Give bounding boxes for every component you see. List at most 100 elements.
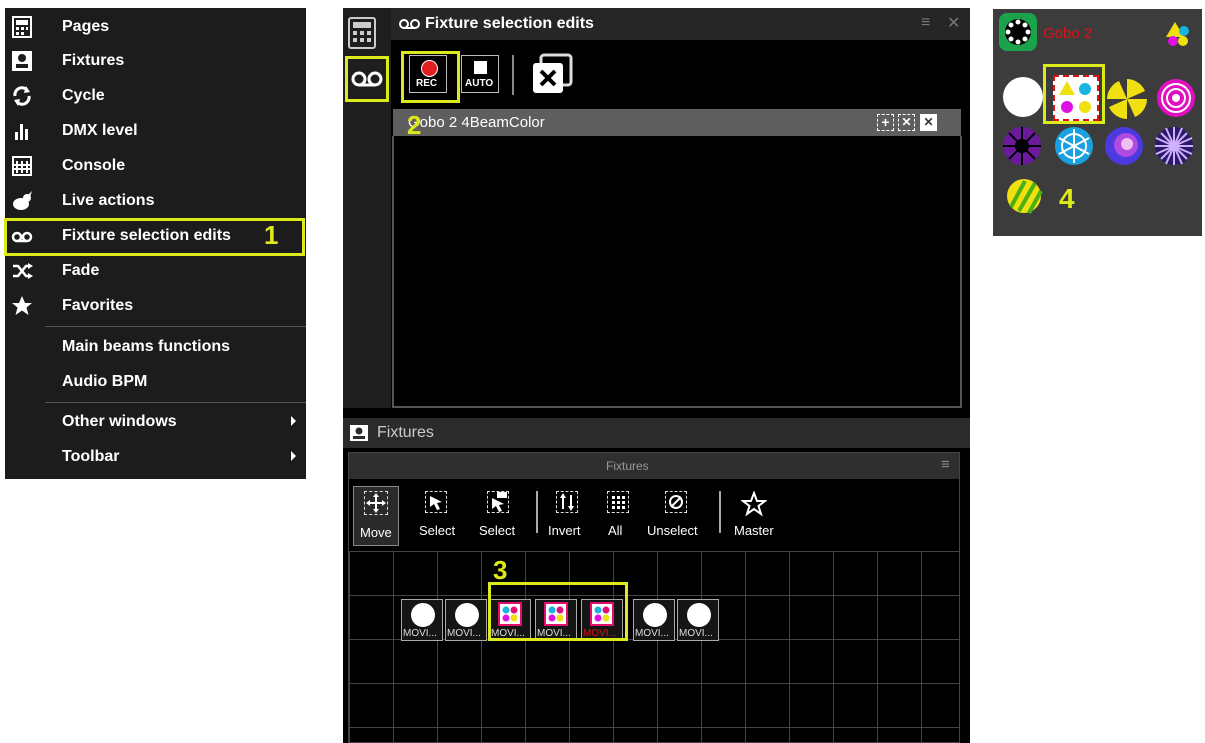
highlight-box [488,582,628,641]
gobo-purple-rays[interactable] [1001,125,1043,167]
menu-item-label: DMX level [62,122,138,139]
add-icon[interactable]: + [877,114,894,131]
menu-item-label: Audio BPM [62,373,148,390]
fixture-white-icon [687,603,711,627]
tool-label: Master [734,523,774,538]
callout-number: 4 [1059,183,1075,214]
menu-item-fade[interactable]: Fade [5,254,306,288]
menu-item-label: Cycle [62,87,105,104]
menu-separator [45,326,306,327]
highlight-box [401,51,460,103]
cycle-icon [11,85,33,107]
fixture-label: MOVI... [447,628,481,639]
gobo-open-white[interactable] [1003,77,1043,117]
gobo-starburst[interactable] [1153,125,1195,167]
fixtures-grid[interactable] [349,551,959,742]
move-icon [364,491,388,515]
select-all-tool-button[interactable]: All [599,491,639,543]
invert-tool-button[interactable]: Invert [546,491,588,543]
fixture-selection-edits-icon [399,17,421,31]
fixture-tile[interactable]: MOVI... [445,599,487,641]
invert-arrows-icon [556,491,578,513]
tool-label: Select [479,523,516,538]
star-outline-icon [741,491,767,517]
star-icon [11,295,33,317]
menu-item-pages[interactable]: Pages [5,10,306,44]
menu-item-fixtures[interactable]: Fixtures [5,44,306,78]
dmx-level-icon [11,120,33,142]
menu-item-label: Console [62,157,126,174]
menu-item-live-actions[interactable]: Live actions [5,184,306,218]
fixture-tile[interactable]: MOVI... [677,599,719,641]
tool-label: All [608,523,623,538]
pages-grid-icon[interactable] [347,15,377,51]
menu-item-toolbar[interactable]: Toolbar [5,440,306,474]
delete-icon[interactable]: ✕ [920,114,937,131]
main-window: Fixture selection edits ≡ ✕ REC AUTO Gob… [343,8,970,743]
master-tool-button[interactable]: Master [730,491,780,543]
color-warning-icon [1165,21,1191,47]
selection-toolbar: REC AUTO [391,40,970,107]
move-tool-button[interactable]: Move [353,486,399,546]
select-tool-button[interactable]: Select [415,491,455,543]
menu-item-label: Pages [62,18,110,35]
menu-item-favorites[interactable]: Favorites [5,289,306,323]
fixtures-subtitle: Fixtures [606,459,649,473]
highlight-box [1043,64,1105,124]
gobo-violet-swirl[interactable] [1103,125,1145,167]
fixtures-icon [349,424,369,442]
fixtures-window-title: Fixtures [377,424,434,441]
select-pointer-icon [425,491,447,513]
close-box-icon [533,53,573,93]
gobo-pink-rings[interactable] [1155,77,1197,119]
menu-item-console[interactable]: Console [5,149,306,183]
menu-item-other-windows[interactable]: Other windows [5,405,306,439]
gobo-blue-web[interactable] [1053,125,1095,167]
row-title: Gobo 2 4BeamColor [408,114,545,131]
fixture-label: MOVI... [635,628,669,639]
auto-button[interactable]: AUTO [461,55,499,93]
close-icon[interactable]: ✕ [947,13,960,33]
select-ctrl-tool-button[interactable]: Select [477,491,517,543]
hamburger-menu-icon[interactable]: ≡ [921,14,930,32]
menu-item-audio-bpm[interactable]: Audio BPM [5,365,306,399]
fixture-white-icon [455,603,479,627]
fixture-label: MOVI... [403,628,437,639]
hamburger-menu-icon[interactable]: ≡ [941,456,950,473]
unselect-tool-button[interactable]: Unselect [645,491,709,543]
gobo-green-stripes[interactable] [1005,177,1043,215]
remove-icon[interactable]: ✕ [898,114,915,131]
selection-row[interactable]: Gobo 2 4BeamColor + ✕ ✕ [393,109,961,136]
toolbar-separator [719,491,721,533]
unselect-icon [665,491,687,513]
menu-item-cycle[interactable]: Cycle [5,79,306,113]
menu-item-label: Favorites [62,297,134,314]
fixtures-panel: Fixtures ≡ Move Select Select Invert All… [348,452,960,743]
tool-label: Unselect [647,523,698,538]
console-icon [11,155,33,177]
fade-shuffle-icon [11,260,33,282]
menu-item-main-beams-functions[interactable]: Main beams functions [5,330,306,364]
submenu-arrow-icon [291,451,296,461]
tool-label: Invert [548,523,581,538]
tool-label: Move [360,525,392,540]
fixtures-window-titlebar: Fixtures [343,418,970,448]
select-ctrl-icon [487,491,509,513]
fixture-tile[interactable]: MOVI... [633,599,675,641]
live-actions-icon [11,190,33,212]
toolbar-separator [536,491,538,533]
menu-item-label: Live actions [62,192,155,209]
menu-item-label: Fade [62,262,100,279]
fixture-tile[interactable]: MOVI... [401,599,443,641]
menu-item-label: Main beams functions [62,338,231,355]
menu-separator [45,402,306,403]
menu-item-dmx-level[interactable]: DMX level [5,114,306,148]
gobo-wheel-icon[interactable] [999,13,1037,51]
fixture-label: MOVI... [679,628,713,639]
highlight-box [4,218,305,256]
gobo-yellow-spiral[interactable] [1105,77,1149,121]
clear-selection-button[interactable] [529,53,575,99]
stop-icon [474,61,487,74]
callout-number: 2 [407,110,422,140]
pages-grid-icon [11,16,33,38]
